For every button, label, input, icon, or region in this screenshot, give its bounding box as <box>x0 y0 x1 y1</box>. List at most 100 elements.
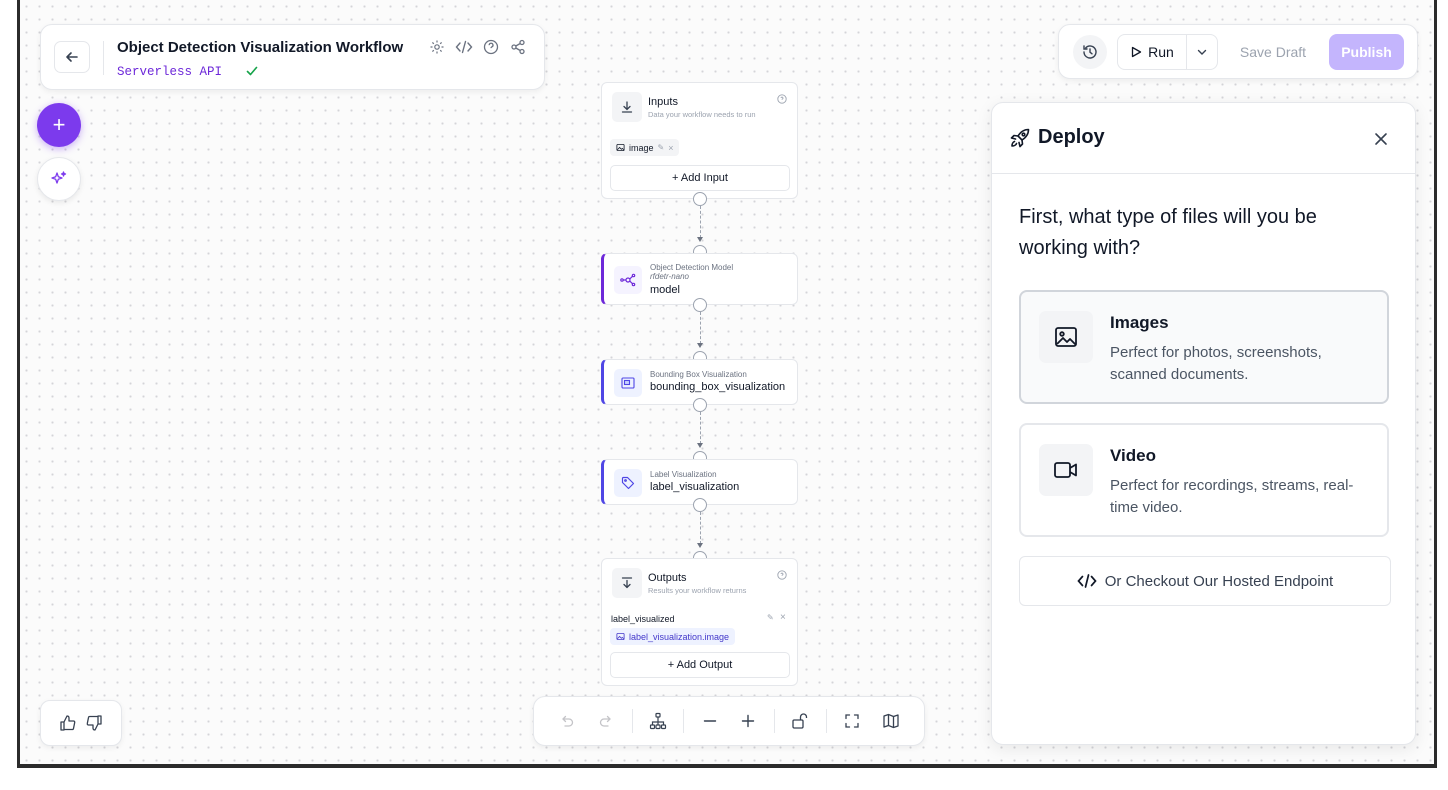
check-icon <box>245 64 259 78</box>
option-title: Images <box>1110 313 1169 332</box>
sparkles-icon <box>51 171 67 184</box>
thumbs-down-icon[interactable] <box>85 714 103 732</box>
undo-icon[interactable] <box>548 701 587 741</box>
version-history-button[interactable] <box>1073 35 1107 69</box>
outputs-node[interactable]: Outputs Results your workflow returns la… <box>601 558 798 686</box>
zoom-in-icon[interactable] <box>729 701 768 741</box>
rocket-icon <box>1009 127 1031 149</box>
output-selector-value: label_visualization.image <box>629 631 730 642</box>
toolbar-divider <box>773 709 775 733</box>
output-port[interactable] <box>693 298 707 312</box>
unlock-icon[interactable] <box>781 701 820 741</box>
node-name: model <box>650 284 680 296</box>
edge-line <box>700 412 701 444</box>
top-toolbar: Run Save Draft Publish <box>1058 24 1418 79</box>
node-name: label_visualization <box>650 481 740 493</box>
thumbs-up-icon[interactable] <box>59 714 77 732</box>
workflow-header: Object Detection Visualization Workflow … <box>40 24 545 90</box>
tag-icon <box>614 469 642 497</box>
auto-layout-icon[interactable] <box>639 701 678 741</box>
edge-arrow <box>697 443 703 448</box>
run-options-dropdown[interactable] <box>1186 34 1218 70</box>
inputs-node[interactable]: Inputs Data your workflow needs to run i… <box>601 82 798 199</box>
output-selector-chip[interactable]: label_visualization.image <box>610 628 736 645</box>
arrow-left-icon <box>66 52 78 62</box>
remove-icon[interactable]: × <box>668 143 673 153</box>
zoom-out-icon[interactable] <box>690 701 729 741</box>
publish-button[interactable]: Publish <box>1329 34 1404 70</box>
edge-line <box>700 312 701 344</box>
redo-icon[interactable] <box>587 701 626 741</box>
node-name: bounding_box_visualization <box>650 381 786 393</box>
deploy-title: Deploy <box>1038 126 1105 148</box>
option-description: Perfect for recordings, streams, real-ti… <box>1110 477 1354 516</box>
fit-view-icon[interactable] <box>832 701 871 741</box>
node-type-label: Bounding Box Visualization <box>650 370 747 379</box>
image-icon <box>1039 311 1093 363</box>
canvas-controls <box>533 696 925 746</box>
input-chip-image[interactable]: image ✎ × <box>610 139 680 156</box>
ai-assistant-button[interactable] <box>37 157 81 201</box>
header-actions <box>428 38 527 56</box>
deployment-mode-label: Serverless API <box>117 65 223 79</box>
image-icon <box>616 143 625 152</box>
workflow-title[interactable]: Object Detection Visualization Workflow <box>117 39 403 56</box>
save-draft-button[interactable]: Save Draft <box>1227 34 1319 70</box>
inputs-description: Data your workflow needs to run <box>648 110 756 119</box>
remove-icon[interactable]: × <box>780 612 786 623</box>
node-type-label: Label Visualization <box>650 470 717 479</box>
output-name: label_visualized <box>611 614 675 624</box>
image-icon <box>616 632 625 641</box>
toolbar-divider <box>631 709 633 733</box>
back-button[interactable] <box>54 41 90 73</box>
share-icon[interactable] <box>509 38 527 56</box>
output-port[interactable] <box>693 192 707 206</box>
node-type-label: Object Detection Model <box>650 263 734 272</box>
option-description: Perfect for photos, screenshots, scanned… <box>1110 344 1322 383</box>
play-icon <box>1132 46 1142 58</box>
add-output-button[interactable]: + Add Output <box>610 652 790 678</box>
edge-arrow <box>697 543 703 548</box>
inputs-title: Inputs <box>648 96 678 108</box>
add-block-button[interactable]: + <box>37 103 81 147</box>
settings-gear-icon[interactable] <box>428 38 446 56</box>
add-input-button[interactable]: + Add Input <box>610 165 790 191</box>
help-circle-icon[interactable] <box>777 94 787 104</box>
history-icon <box>1083 45 1097 59</box>
minimap-icon[interactable] <box>871 701 910 741</box>
output-port[interactable] <box>693 398 707 412</box>
code-icon <box>1077 574 1097 588</box>
edge-arrow <box>697 237 703 242</box>
help-circle-icon[interactable] <box>482 38 500 56</box>
hosted-endpoint-button[interactable]: Or Checkout Our Hosted Endpoint <box>1019 556 1391 606</box>
file-type-option-video[interactable]: Video Perfect for recordings, streams, r… <box>1019 423 1389 537</box>
deploy-question: First, what type of files will you be wo… <box>1019 206 1317 259</box>
run-button[interactable]: Run <box>1117 34 1187 70</box>
output-download-icon <box>612 568 642 598</box>
file-type-option-images[interactable]: Images Perfect for photos, screenshots, … <box>1019 290 1389 404</box>
option-title: Video <box>1110 446 1156 465</box>
code-icon[interactable] <box>455 38 473 56</box>
edge-line <box>700 512 701 544</box>
toolbar-divider <box>683 709 685 733</box>
header-divider <box>103 41 104 75</box>
workflow-canvas[interactable]: Object Detection Visualization Workflow … <box>17 0 1437 768</box>
outputs-description: Results your workflow returns <box>648 586 747 595</box>
hosted-endpoint-label: Or Checkout Our Hosted Endpoint <box>1104 572 1334 590</box>
edge-arrow <box>697 343 703 348</box>
edit-icon[interactable]: ✎ <box>767 613 774 622</box>
chevron-down-icon <box>1197 49 1207 55</box>
close-icon[interactable] <box>1369 127 1393 151</box>
deploy-panel: Deploy First, what type of files will yo… <box>991 102 1416 745</box>
deploy-header: Deploy <box>992 103 1415 174</box>
model-id-label: rfdetr-nano <box>650 272 689 281</box>
outputs-title: Outputs <box>648 572 687 584</box>
help-circle-icon[interactable] <box>777 570 787 580</box>
video-icon <box>1039 444 1093 496</box>
input-name: image <box>629 142 654 153</box>
model-network-icon <box>614 266 642 294</box>
output-port[interactable] <box>693 498 707 512</box>
download-icon <box>612 92 642 122</box>
run-label: Run <box>1148 44 1174 60</box>
edit-icon[interactable]: ✎ <box>658 143 665 152</box>
